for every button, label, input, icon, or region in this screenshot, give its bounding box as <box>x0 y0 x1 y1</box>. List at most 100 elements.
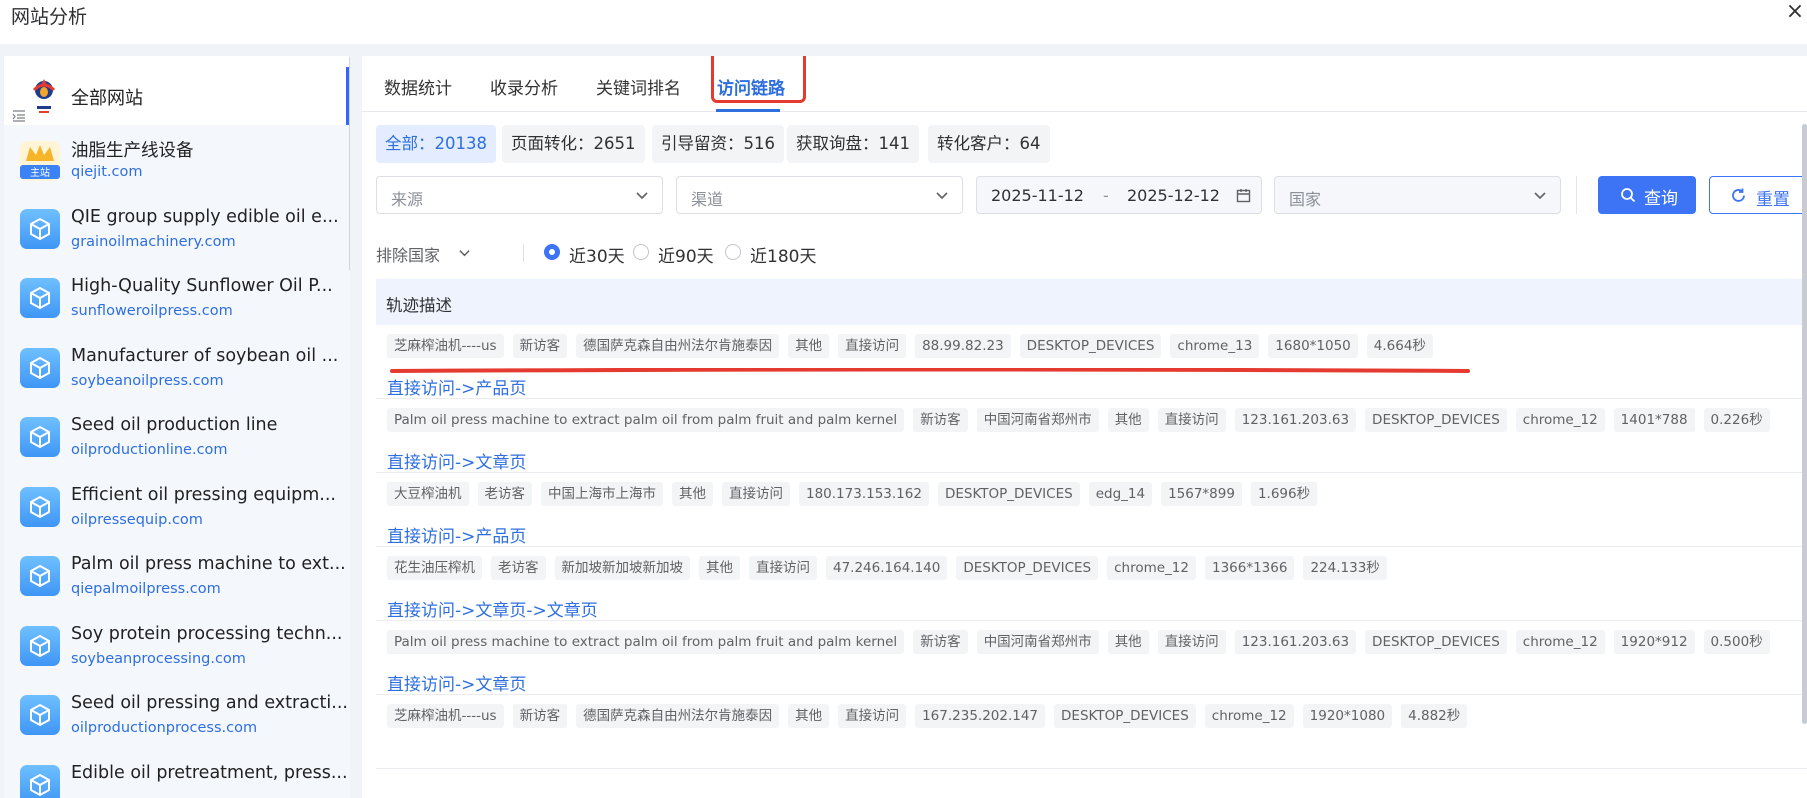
track-tag: 其他 <box>1107 630 1149 654</box>
track-tag: 新访客 <box>512 704 568 728</box>
site-domain[interactable]: oilpressequip.com <box>71 512 203 528</box>
sidebar-item-site[interactable]: Soy protein processing techn... soybeanpr… <box>4 612 344 681</box>
main-scrollbar[interactable] <box>1802 124 1807 724</box>
stat-all[interactable]: 全部：20138 <box>376 125 496 163</box>
track-tag: 1.696秒 <box>1250 482 1318 506</box>
site-domain[interactable]: oilproductionline.com <box>71 442 228 458</box>
cube-icon <box>20 764 60 798</box>
track-tag: 其他 <box>699 556 740 580</box>
main-panel: 数据统计 收录分析 关键词排名 访问链路 全部：20138 页面转化：2651 … <box>362 56 1807 798</box>
track-tag: 新加坡新加坡新加坡 <box>554 556 690 580</box>
close-icon[interactable]: × <box>1785 0 1805 24</box>
visit-path-link[interactable]: 直接访问->产品页 <box>387 522 526 547</box>
radio-label: 近30天 <box>569 247 625 267</box>
stat-lead-capture[interactable]: 引导留资：516 <box>652 125 784 163</box>
window-title: 网站分析 <box>11 6 88 28</box>
channel-select[interactable]: 渠道 <box>676 176 963 214</box>
title-bar: 网站分析 × <box>0 0 1807 44</box>
crown-icon: 主站 <box>20 141 60 181</box>
site-domain[interactable]: qiepalmoilpress.com <box>71 581 221 597</box>
date-start[interactable]: 2025-11-12 <box>991 186 1084 205</box>
reset-button[interactable]: 重置 <box>1709 176 1807 214</box>
track-tag: 老访客 <box>491 556 546 580</box>
stat-inquiries[interactable]: 获取询盘：141 <box>787 125 919 163</box>
table-row: 大豆榨油机 老访客 中国上海市上海市 其他 直接访问 180.173.153.162 DES… <box>376 473 1807 547</box>
chevron-down-icon <box>459 250 470 257</box>
visit-path-link[interactable]: 直接访问->文章页 <box>387 670 526 695</box>
sidebar-item-site[interactable]: Seed oil production line oilproductionlin… <box>4 403 344 472</box>
track-tag: 4.664秒 <box>1366 334 1433 358</box>
track-tag: 芝麻榨油机----us <box>387 334 504 358</box>
chevron-down-icon <box>1534 192 1546 200</box>
stat-page-conversion[interactable]: 页面转化：2651 <box>502 125 645 163</box>
tab-index-analysis[interactable]: 收录分析 <box>490 74 558 99</box>
main-site-badge: 主站 <box>30 166 50 179</box>
track-tag: 1920*912 <box>1613 630 1695 654</box>
site-domain[interactable]: grainoilmachinery.com <box>71 234 236 250</box>
date-end[interactable]: 2025-12-12 <box>1127 186 1220 205</box>
sidebar-item-site[interactable]: Palm oil press machine to ext... qiepalmo… <box>4 542 346 611</box>
site-name: Soy protein processing techn... <box>71 623 343 644</box>
site-name: Palm oil press machine to ext... <box>71 554 346 574</box>
search-icon <box>1621 188 1636 203</box>
collapse-icon[interactable] <box>12 109 26 123</box>
track-tag: 123.161.203.63 <box>1234 408 1357 432</box>
tab-data-stats[interactable]: 数据统计 <box>384 74 452 99</box>
radio-dot <box>544 244 560 260</box>
filter-row: 来源 渠道 2025-11-12 - 2025-12-12 国家 查询 重置 <box>376 176 1807 216</box>
track-tag: 老访客 <box>477 482 532 506</box>
sidebar-item-site[interactable]: High-Quality Sunflower Oil P... sunflower… <box>4 264 344 333</box>
cube-icon <box>20 208 60 249</box>
track-tag: chrome_12 <box>1515 630 1605 654</box>
track-tag: chrome_12 <box>1515 408 1605 432</box>
sidebar-item-site[interactable]: Edible oil pretreatment, press... <box>4 751 348 798</box>
visit-path-link[interactable]: 直接访问->产品页 <box>387 374 526 399</box>
visit-path-link[interactable]: 直接访问->文章页->文章页 <box>387 596 598 621</box>
site-domain[interactable]: soybeanprocessing.com <box>71 651 246 667</box>
cube-icon <box>20 556 60 596</box>
annotation-highlight-box <box>711 56 806 103</box>
site-name: Efficient oil pressing equipm... <box>71 484 336 505</box>
site-name: 油脂生产线设备 <box>71 141 194 161</box>
track-tag: 德国萨克森自由州法尔肯施泰因 <box>576 334 780 358</box>
sidebar-item-site[interactable]: Seed oil pressing and extracti... oilprod… <box>4 681 348 750</box>
chevron-down-icon <box>936 192 948 200</box>
chevron-down-icon <box>636 192 648 200</box>
tab-keyword-ranking[interactable]: 关键词排名 <box>596 74 681 99</box>
site-domain[interactable]: qiejit.com <box>71 164 142 180</box>
track-tags: Palm oil press machine to extract palm o… <box>387 408 1779 432</box>
exclude-country-dropdown[interactable]: 排除国家 <box>376 242 470 266</box>
sidebar-item-site[interactable]: 主站 油脂生产线设备 qiejit.com <box>4 125 344 194</box>
track-tag: 1920*1080 <box>1302 704 1393 728</box>
sidebar-item-site[interactable]: QIE group supply edible oil e... grainoil… <box>4 195 344 264</box>
tab-bar: 数据统计 收录分析 关键词排名 访问链路 <box>362 56 1807 112</box>
visit-path-link[interactable]: 直接访问->文章页 <box>387 448 526 473</box>
query-button[interactable]: 查询 <box>1598 176 1696 214</box>
sidebar-item-site[interactable]: Efficient oil pressing equipm... oilpress… <box>4 473 344 542</box>
date-separator: - <box>1103 186 1109 205</box>
date-range-picker[interactable]: 2025-11-12 - 2025-12-12 <box>976 176 1262 214</box>
country-select[interactable]: 国家 <box>1274 176 1561 214</box>
site-name: Seed oil pressing and extracti... <box>71 693 348 713</box>
site-domain[interactable]: oilproductionprocess.com <box>71 720 257 736</box>
cube-icon <box>20 278 60 318</box>
track-tag: DESKTOP_DEVICES <box>956 556 1099 580</box>
calendar-icon <box>1236 189 1251 203</box>
site-name: QIE group supply edible oil e... <box>71 206 339 227</box>
track-tag: 芝麻榨油机----us <box>387 704 504 728</box>
sidebar-item-site[interactable]: Manufacturer of soybean oil ... soybeanoi… <box>4 334 344 403</box>
divider <box>1576 176 1577 214</box>
active-tab-underline <box>716 109 780 112</box>
source-select[interactable]: 来源 <box>376 176 663 214</box>
stat-customers[interactable]: 转化客户：64 <box>928 125 1050 163</box>
track-tag: 180.173.153.162 <box>799 482 929 506</box>
channel-placeholder: 渠道 <box>691 190 724 209</box>
sidebar-scrollbar[interactable] <box>349 56 350 271</box>
cube-icon <box>20 417 60 457</box>
site-name: Seed oil production line <box>71 415 278 435</box>
site-domain[interactable]: sunfloweroilpress.com <box>71 303 233 319</box>
track-tag: DESKTOP_DEVICES <box>1054 704 1196 728</box>
sidebar-item-all-sites[interactable]: 全部网站 <box>4 67 349 125</box>
site-domain[interactable]: soybeanoilpress.com <box>71 373 224 389</box>
track-tag: DESKTOP_DEVICES <box>1365 408 1507 432</box>
